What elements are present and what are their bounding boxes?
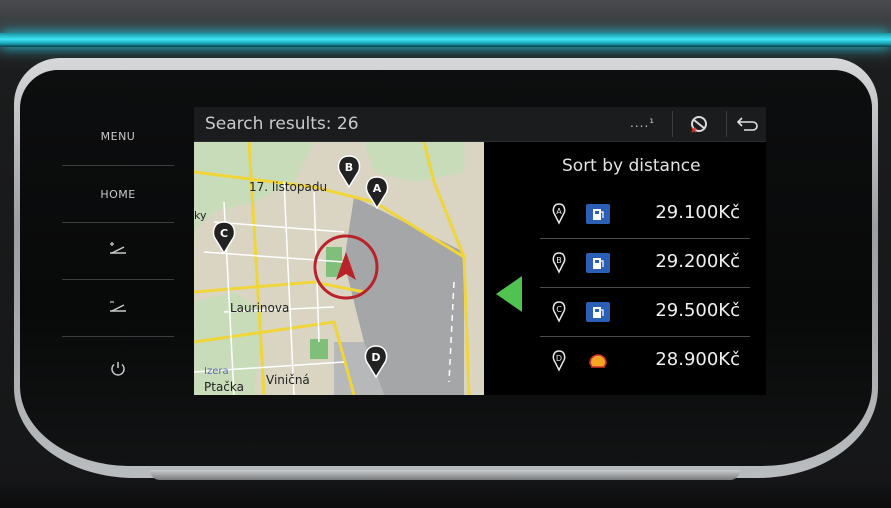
- power-icon: [111, 362, 125, 376]
- location-pin-icon: C: [552, 301, 566, 323]
- map-view[interactable]: 17. listopadu Laurinova Viničná Izera Pt…: [194, 141, 484, 395]
- power-button[interactable]: [62, 360, 174, 381]
- result-row[interactable]: A 29.100Kč: [540, 190, 750, 239]
- header-divider: [726, 111, 727, 137]
- brightness-up-icon: [110, 242, 126, 254]
- street-label: Laurinova: [230, 301, 289, 315]
- header-bar: Search results: 26 ....¹: [194, 107, 766, 142]
- header-divider: [672, 111, 673, 137]
- price-value: 29.500Kč: [655, 300, 740, 321]
- result-row[interactable]: B 29.200Kč: [540, 239, 750, 288]
- svg-text:C: C: [556, 305, 562, 314]
- svg-text:A: A: [373, 182, 382, 195]
- dashboard-lower: [0, 480, 891, 508]
- arrow-left-icon: [496, 276, 522, 312]
- ambient-light-strip: [0, 33, 891, 47]
- street-label: Izera: [204, 366, 229, 377]
- street-label: ky: [194, 209, 207, 222]
- svg-text:B: B: [345, 161, 353, 174]
- shell-icon: [589, 354, 607, 368]
- svg-text:B: B: [556, 256, 562, 265]
- back-icon: [736, 117, 758, 131]
- fuel-pump-icon: [586, 253, 610, 273]
- brightness-down-icon: [110, 301, 126, 312]
- location-pin-icon: B: [552, 252, 566, 274]
- street-label: Ptačka: [204, 380, 244, 394]
- svg-text:D: D: [371, 351, 380, 364]
- location-pin-icon: D: [552, 350, 566, 372]
- result-row[interactable]: D 28.900Kč: [540, 337, 750, 385]
- signal-indicator: ....¹: [630, 116, 656, 130]
- mute-button[interactable]: [688, 114, 710, 138]
- mute-icon: [691, 116, 707, 133]
- fuel-pump-icon: [586, 204, 610, 224]
- home-button[interactable]: HOME: [62, 188, 174, 201]
- hw-divider: [62, 222, 174, 223]
- sort-button[interactable]: Sort by distance: [562, 156, 701, 176]
- results-panel: Sort by distance A 29.100Kč B 29.200Kč C…: [484, 142, 766, 395]
- map-canvas[interactable]: 17. listopadu Laurinova Viničná Izera Pt…: [194, 141, 484, 395]
- svg-text:C: C: [220, 227, 228, 240]
- collapse-panel-button[interactable]: [494, 274, 524, 318]
- price-value: 29.100Kč: [655, 202, 740, 223]
- brightness-down-button[interactable]: [62, 298, 174, 317]
- hw-divider: [62, 336, 174, 337]
- hw-divider: [62, 279, 174, 280]
- brightness-up-button[interactable]: [62, 240, 174, 259]
- result-row[interactable]: C 29.500Kč: [540, 288, 750, 337]
- infotainment-screen: Search results: 26 ....¹ 17. listopadu L…: [194, 107, 766, 395]
- price-value: 29.200Kč: [655, 251, 740, 272]
- svg-text:A: A: [556, 207, 562, 216]
- bezel-chrome-bottom: [150, 470, 740, 480]
- back-button[interactable]: [736, 116, 760, 136]
- page-title: Search results: 26: [205, 114, 359, 134]
- menu-button[interactable]: MENU: [62, 130, 174, 143]
- svg-text:D: D: [556, 354, 562, 363]
- fuel-pump-icon: [586, 302, 610, 322]
- price-value: 28.900Kč: [655, 349, 740, 370]
- street-label: 17. listopadu: [249, 180, 327, 194]
- location-pin-icon: A: [552, 203, 566, 225]
- hw-divider: [62, 165, 174, 166]
- street-label: Viničná: [266, 373, 310, 387]
